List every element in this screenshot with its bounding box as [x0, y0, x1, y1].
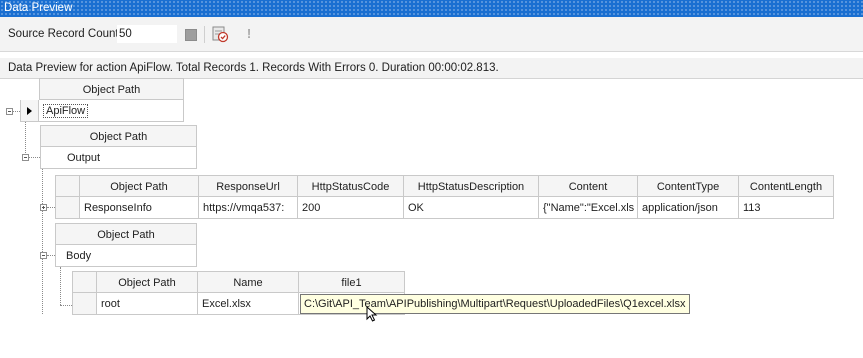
expand-responseinfo-icon[interactable]: [40, 204, 47, 211]
header-spacer: [72, 271, 97, 293]
col-header-name[interactable]: Name: [198, 271, 299, 293]
cell-tooltip: C:\Git\API_Team\APIPublishing\Multipart\…: [300, 294, 690, 314]
col-header-object-path[interactable]: Object Path: [97, 271, 198, 293]
row-selector[interactable]: [72, 293, 97, 315]
tree-line: [29, 157, 40, 158]
cell-responseurl[interactable]: https://vmqa537:: [199, 197, 298, 219]
level1-value-apiflow[interactable]: ApiFlow: [39, 100, 184, 122]
window-title-bar: Data Preview: [0, 0, 863, 17]
cell-httpstatusdescription[interactable]: OK: [404, 197, 539, 219]
row-selector[interactable]: [20, 100, 39, 122]
col-header-httpstatuscode[interactable]: HttpStatusCode: [298, 175, 404, 197]
col-header-responseurl[interactable]: ResponseUrl: [199, 175, 298, 197]
cell-contentlength[interactable]: 113: [739, 197, 834, 219]
cell-object-path-root[interactable]: root: [97, 293, 198, 315]
tree-line: [13, 111, 20, 112]
status-bar: Data Preview for action ApiFlow. Total R…: [0, 58, 863, 78]
check-list-icon[interactable]: [211, 25, 229, 43]
body-value[interactable]: Body: [55, 245, 197, 267]
status-text: Data Preview for action ApiFlow. Total R…: [8, 62, 499, 74]
record-count-label: Source Record Count: [8, 28, 119, 40]
level2-value-output[interactable]: Output: [40, 147, 197, 169]
col-header-contenttype[interactable]: ContentType: [638, 175, 739, 197]
mouse-cursor-icon: [366, 306, 378, 322]
col-header-httpstatusdescription[interactable]: HttpStatusDescription: [404, 175, 539, 197]
exclamation-icon[interactable]: !: [244, 26, 254, 42]
col-header-contentlength[interactable]: ContentLength: [739, 175, 834, 197]
level2-header-object-path[interactable]: Object Path: [40, 125, 197, 147]
cell-object-path[interactable]: ResponseInfo: [80, 197, 199, 219]
tree-line: [25, 122, 26, 157]
window-title: Data Preview: [4, 2, 73, 14]
collapse-output-icon[interactable]: [22, 154, 29, 161]
tree-line: [42, 169, 43, 314]
cell-content[interactable]: {"Name":"Excel.xls: [539, 197, 638, 219]
tree-line: [60, 267, 61, 305]
apiflow-text: ApiFlow: [43, 104, 89, 118]
col-header-object-path[interactable]: Object Path: [80, 175, 199, 197]
tree-line: [60, 305, 72, 306]
cell-httpstatuscode[interactable]: 200: [298, 197, 404, 219]
col-header-file1[interactable]: file1: [299, 271, 405, 293]
row-selector[interactable]: [55, 197, 80, 219]
col-header-content[interactable]: Content: [539, 175, 638, 197]
cell-contenttype[interactable]: application/json: [638, 197, 739, 219]
collapse-apiflow-icon[interactable]: [6, 108, 13, 115]
collapse-body-icon[interactable]: [40, 252, 47, 259]
tree-line: [47, 255, 55, 256]
level1-header-object-path[interactable]: Object Path: [39, 78, 184, 100]
current-row-arrow-icon: [27, 107, 32, 115]
toolbar-separator: [204, 26, 205, 43]
body-header-object-path[interactable]: Object Path: [55, 223, 197, 245]
stop-icon[interactable]: [185, 29, 197, 41]
cell-name[interactable]: Excel.xlsx: [198, 293, 299, 315]
header-spacer: [55, 175, 80, 197]
toolbar: Source Record Count !: [0, 17, 863, 52]
tree-line: [47, 207, 55, 208]
record-count-input[interactable]: [117, 25, 177, 43]
